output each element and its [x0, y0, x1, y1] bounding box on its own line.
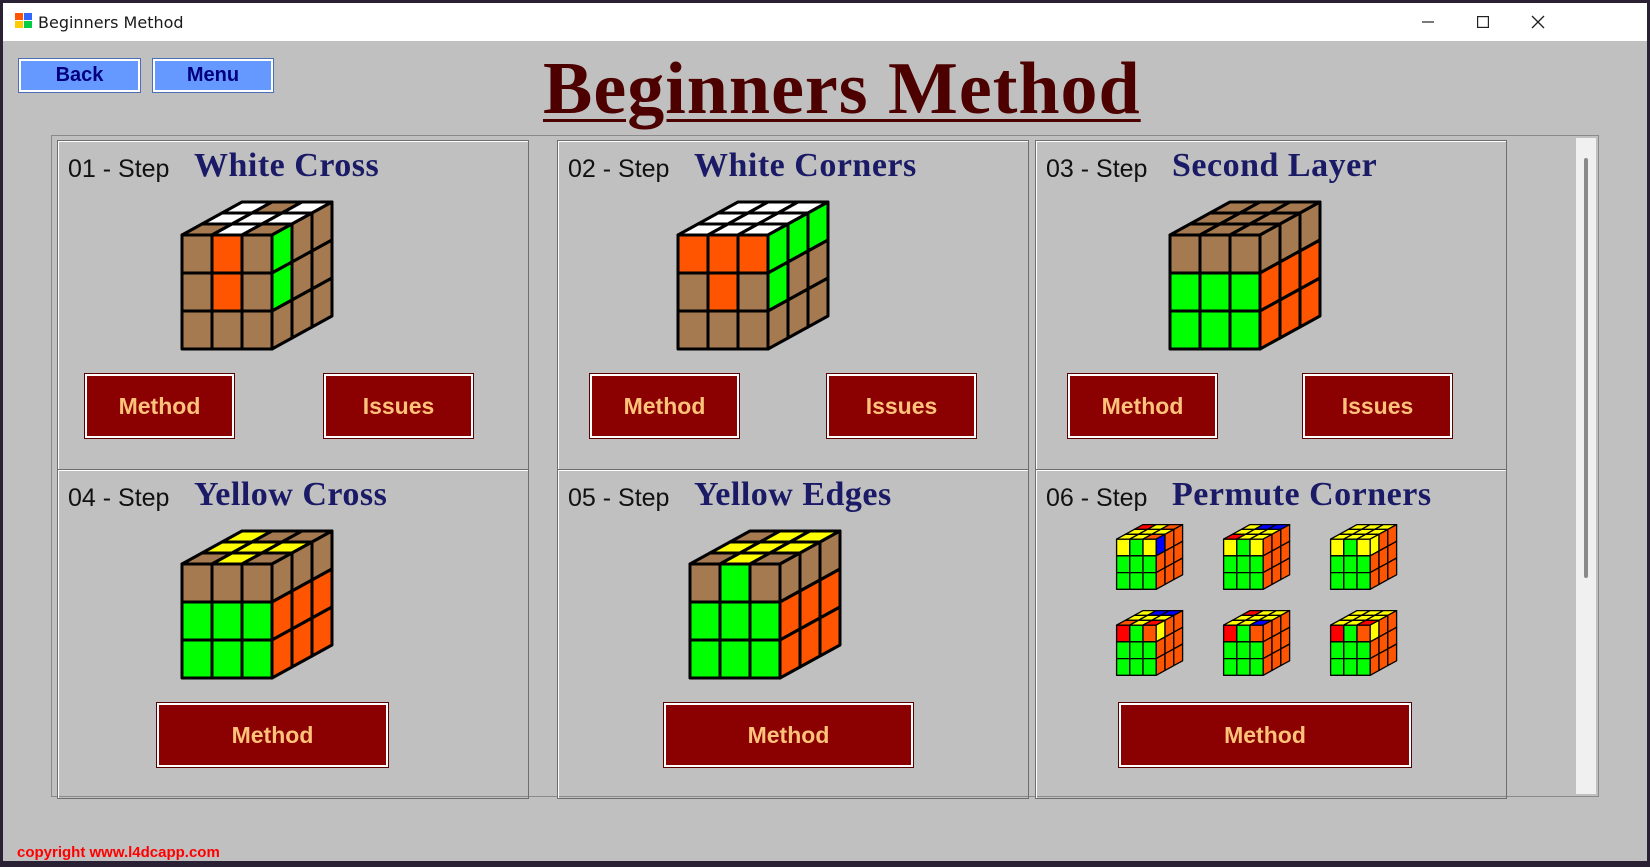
- cube-image-white-cross: [180, 200, 334, 351]
- cube-image-permute-2: [1222, 523, 1291, 590]
- cube-image-second-layer: [1168, 200, 1322, 351]
- step-panel-5: 05 - Step Yellow Edges Method: [557, 469, 1029, 799]
- title-bar: Beginners Method: [3, 3, 1647, 41]
- cube-image-white-corners: [676, 200, 830, 351]
- step-panel-1: 01 - Step White Cross Method Issues: [57, 140, 529, 470]
- issues-button[interactable]: Issues: [826, 373, 977, 439]
- window-title: Beginners Method: [38, 13, 184, 32]
- close-icon: [1531, 15, 1545, 29]
- cube-image-permute-4: [1115, 609, 1184, 676]
- maximize-icon: [1477, 16, 1489, 28]
- minimize-icon: [1422, 21, 1434, 23]
- step-title: Permute Corners: [1172, 476, 1432, 513]
- step-panel-6: 06 - Step Permute Corners Method: [1035, 469, 1507, 799]
- maximize-button[interactable]: [1455, 3, 1511, 41]
- cube-image-yellow-edges: [688, 529, 842, 680]
- method-button[interactable]: Method: [156, 702, 389, 768]
- minimize-button[interactable]: [1400, 3, 1456, 41]
- menu-button[interactable]: Menu: [152, 58, 274, 93]
- step-title: Yellow Cross: [194, 476, 388, 513]
- step-number: 02 - Step: [568, 155, 670, 183]
- step-panel-4: 04 - Step Yellow Cross Method: [57, 469, 529, 799]
- cube-image-permute-1: [1115, 523, 1184, 590]
- method-button[interactable]: Method: [663, 702, 914, 768]
- app-icon: [15, 13, 33, 30]
- step-title: Second Layer: [1172, 147, 1378, 184]
- cube-image-permute-3: [1329, 523, 1398, 590]
- step-panel-3: 03 - Step Second Layer Method Issues: [1035, 140, 1507, 470]
- method-button[interactable]: Method: [1067, 373, 1218, 439]
- step-number: 03 - Step: [1046, 155, 1148, 183]
- app-window: Beginners Method Back Menu Beginners Met…: [3, 3, 1647, 861]
- vertical-scrollbar[interactable]: [1576, 138, 1596, 794]
- issues-button[interactable]: Issues: [1302, 373, 1453, 439]
- issues-button[interactable]: Issues: [323, 373, 474, 439]
- method-button[interactable]: Method: [84, 373, 235, 439]
- close-button[interactable]: [1510, 3, 1566, 41]
- step-panel-2: 02 - Step White Corners Method Issues: [557, 140, 1029, 470]
- step-number: 04 - Step: [68, 484, 170, 512]
- step-title: White Cross: [194, 147, 380, 184]
- method-button[interactable]: Method: [589, 373, 740, 439]
- method-button[interactable]: Method: [1118, 702, 1412, 768]
- step-number: 05 - Step: [568, 484, 670, 512]
- step-number: 01 - Step: [68, 155, 170, 183]
- back-button[interactable]: Back: [18, 58, 141, 93]
- step-title: White Corners: [694, 147, 917, 184]
- steps-scroll-area[interactable]: 01 - Step White Cross Method Issues 02 -…: [51, 135, 1599, 799]
- page-title: Beginners Method: [543, 48, 1141, 130]
- client-area: Back Menu Beginners Method 01 - Step Whi…: [3, 41, 1647, 861]
- step-number: 06 - Step: [1046, 484, 1148, 512]
- step-title: Yellow Edges: [694, 476, 892, 513]
- scrollbar-thumb[interactable]: [1584, 158, 1588, 578]
- copyright-text: copyright www.l4dcapp.com: [17, 844, 220, 861]
- cube-image-permute-5: [1222, 609, 1291, 676]
- cube-image-yellow-cross: [180, 529, 334, 680]
- cube-image-permute-6: [1329, 609, 1398, 676]
